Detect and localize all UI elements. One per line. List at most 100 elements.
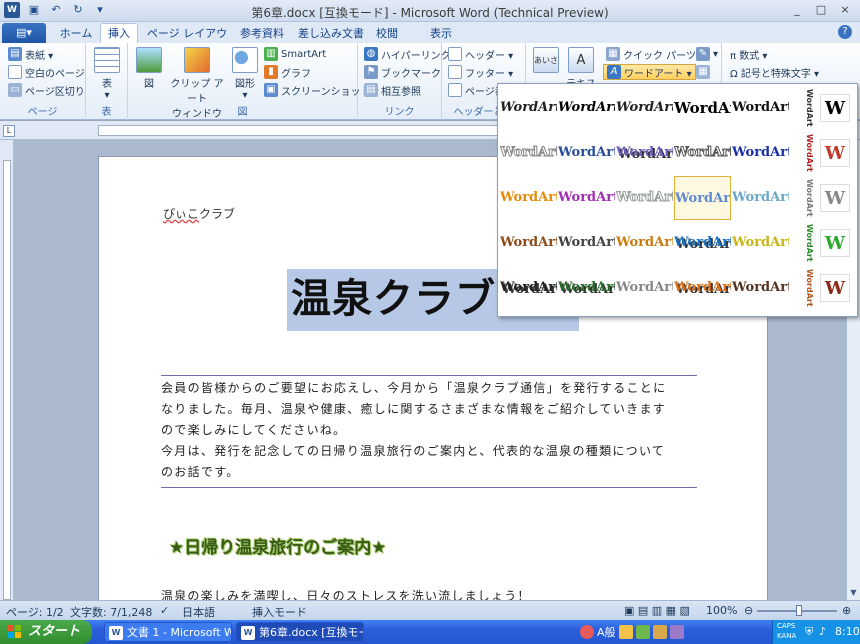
symbol-button[interactable]: Ω 記号と特殊文字 ▾ [730,64,819,80]
maximize-button[interactable]: □ [810,2,832,18]
zoom-level[interactable]: 100% [706,604,737,617]
club-name-rest[interactable]: クラブ [199,207,235,221]
wordart-style-option[interactable]: WordArt [500,176,557,220]
intro-line[interactable]: ので楽しみにしてくださいね。 [161,420,697,441]
tab-view[interactable]: 表示 [426,25,456,43]
wordart-style-option[interactable]: WordArt [500,86,557,130]
ime-help-icon[interactable] [669,625,684,639]
intro-line[interactable]: のお話です。 [161,462,697,483]
wordart-style-option[interactable]: WordArt [500,221,557,265]
word-count[interactable]: 文字数: 7/1,248 [70,604,152,620]
wordart-vertical-option[interactable]: WordArt [792,221,814,265]
wordart-style-option[interactable]: WordArt [558,176,615,220]
taskbar-item[interactable]: W 文書 1 - Microsoft W... [104,622,232,642]
club-name-misspelled[interactable]: ぴぃこ [163,207,199,221]
tab-review[interactable]: 校閲 [372,25,402,43]
hyperlink-button[interactable]: ◍ ハイパーリンク [364,46,451,62]
wordart-style-option[interactable]: WordArt [500,266,557,310]
vertical-ruler-strip[interactable] [3,160,11,600]
tab-references[interactable]: 参考資料 [236,25,288,43]
wordart-style-option[interactable]: WordArt [674,221,731,265]
vertical-ruler[interactable] [0,140,14,600]
intro-paragraph[interactable]: 会員の皆様からのご要望にお応えし、今月から「温泉クラブ通信」を発行することに な… [161,375,697,488]
wordart-button[interactable]: A ワードアート ▾ [603,64,696,80]
wordart-style-option[interactable]: WordArt [732,266,789,310]
header-button[interactable]: ヘッダー ▾ [448,46,513,62]
minimize-button[interactable]: _ [786,2,808,18]
wordart-style-option[interactable]: WordArt [674,131,731,175]
start-button[interactable]: スタート [0,620,92,644]
tray-volume-icon[interactable]: ♪ [819,625,826,638]
quick-parts-button[interactable]: ▦ クイック パーツ ▾ [606,46,704,62]
ime-icon[interactable] [580,625,594,639]
tab-home[interactable]: ホーム [58,25,94,43]
greeting-button[interactable]: あいさつ [530,47,562,91]
wordart-vertical-option[interactable]: WordArt [792,131,814,175]
wordart-vertical-option[interactable]: WordArt [792,266,814,310]
intro-line[interactable]: なりました。毎月、温泉や健康、癒しに関するさまざまな情報をご紹介していきます [161,399,697,420]
tray-shield-icon[interactable]: ⛨ [805,625,813,639]
wordart-vertical-option[interactable]: WordArt [792,176,814,220]
section-heading[interactable]: ★日帰り温泉旅行のご案内★ [169,533,386,558]
wordart-style-option[interactable]: WordArt [732,131,789,175]
wordart-style-option[interactable]: WordArt [500,131,557,175]
ime-bar[interactable]: A般 [580,623,684,641]
clock[interactable]: 8:10 [835,625,860,638]
cover-page-button[interactable]: ▤ 表紙 ▾ [8,46,53,62]
ime-tool-icon[interactable] [635,625,650,639]
footer-button[interactable]: フッター ▾ [448,64,513,80]
language-indicator[interactable]: 日本語 [182,604,215,620]
wordart-letter-option[interactable]: W [820,229,850,257]
intro-line[interactable]: 今月は、発行を記念しての日帰り温泉旅行のご案内と、代表的な温泉の種類について [161,441,697,462]
zoom-out-icon[interactable]: ⊖ [744,604,753,617]
wordart-letter-option[interactable]: W [820,94,850,122]
page-break-button[interactable]: ▭ ページ区切り [8,82,85,98]
taskbar-item-active[interactable]: W 第6章.docx [互換モー... [236,622,364,642]
intro-line[interactable]: 会員の皆様からのご要望にお応えし、今月から「温泉クラブ通信」を発行することに [161,378,697,399]
scroll-down-icon[interactable]: ▼ [847,586,860,600]
tab-mailings[interactable]: 差し込み文書 [296,25,366,43]
ime-pad-icon[interactable] [652,625,667,639]
picture-button[interactable]: 図 [134,47,164,90]
wordart-style-option[interactable]: WordArt [732,221,789,265]
ruler-strip[interactable] [98,125,498,136]
shapes-button[interactable]: 図形 ▾ [230,47,260,101]
file-tab[interactable]: ▤▾ [2,23,46,43]
page-count[interactable]: ページ: 1/2 [6,604,64,620]
wordart-letter-option[interactable]: W [820,139,850,167]
tab-selector-icon[interactable]: L [3,125,15,137]
wordart-style-option[interactable]: WordArt [732,176,789,220]
wordart-letter-option[interactable]: W [820,274,850,302]
crossref-button[interactable]: ▤ 相互参照 [364,82,421,98]
wordart-style-option[interactable]: WordArt [616,131,673,175]
wordart-style-option[interactable]: WordArt [674,86,731,130]
wordart-style-option[interactable]: WordArt [732,86,789,130]
wordart-style-option[interactable]: WordArt [558,86,615,130]
zoom-slider-thumb[interactable] [796,605,802,616]
close-button[interactable]: × [834,2,856,18]
help-icon[interactable]: ? [838,25,852,39]
wordart-vertical-option[interactable]: WordArt [792,86,814,130]
signature-button[interactable]: ✎ ▾ [696,46,718,62]
tab-page-layout[interactable]: ページ レイアウト [146,25,228,58]
wordart-style-option[interactable]: WordArt [616,86,673,130]
datetime-button[interactable]: ▦ [696,64,710,80]
insert-mode[interactable]: 挿入モード [252,604,307,620]
equation-button[interactable]: π 数式 ▾ [730,46,767,62]
wordart-letter-option[interactable]: W [820,184,850,212]
body-line[interactable]: 温泉の楽しみを満喫し、日々のストレスを洗い流しましょう！ [161,587,531,600]
bookmark-button[interactable]: ⚑ ブックマーク [364,64,441,80]
wordart-style-option[interactable]: WordArt [558,131,615,175]
chart-button[interactable]: ▮ グラフ [264,64,311,80]
tab-insert[interactable]: 挿入 [100,23,138,44]
wordart-style-option[interactable]: WordArt [674,176,731,220]
blank-page-button[interactable]: 空白のページ [8,64,85,80]
zoom-in-icon[interactable]: ⊕ [842,604,851,617]
wordart-style-option[interactable]: WordArt [674,266,731,310]
wordart-style-option[interactable]: WordArt [558,266,615,310]
proofing-icon[interactable]: ✓ [160,604,169,617]
wordart-style-option[interactable]: WordArt [616,221,673,265]
wordart-style-option[interactable]: WordArt [616,176,673,220]
smartart-button[interactable]: ▥ SmartArt [264,46,326,62]
wordart-style-option[interactable]: WordArt [616,266,673,310]
